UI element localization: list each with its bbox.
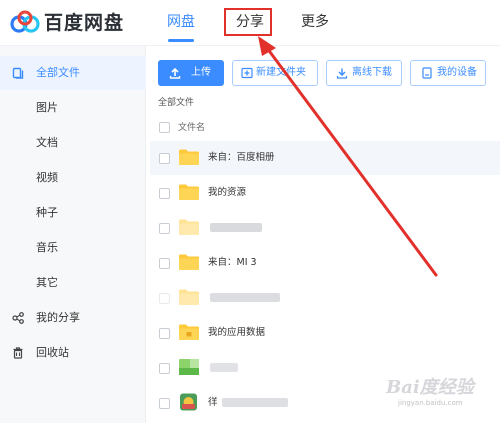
- sidebar-item-label: 音乐: [36, 241, 58, 254]
- brand-title[interactable]: 百度网盘: [44, 10, 124, 36]
- sidebar-item-recycle-bin[interactable]: 回收站: [0, 336, 146, 370]
- file-row[interactable]: 来自：MI 3: [150, 246, 500, 280]
- download-icon: [336, 68, 348, 79]
- folder-icon: [179, 184, 199, 200]
- sidebar-item-label: 文档: [36, 136, 58, 149]
- baidu-netdisk-logo-icon[interactable]: [10, 10, 40, 34]
- sidebar-item-label: 全部文件: [36, 66, 80, 79]
- active-tab-indicator: [168, 39, 194, 42]
- row-checkbox[interactable]: [159, 188, 170, 199]
- my-devices-button[interactable]: 我的设备: [410, 60, 486, 86]
- row-checkbox[interactable]: [159, 363, 170, 374]
- sidebar-item-label: 图片: [36, 101, 58, 114]
- file-name[interactable]: 我的应用数据: [208, 316, 265, 350]
- sidebar-item-all-files[interactable]: 全部文件: [0, 56, 146, 90]
- sidebar-item-videos[interactable]: 视频: [0, 161, 146, 195]
- nav-tab-netdisk[interactable]: 网盘: [166, 0, 196, 46]
- folder-icon: [179, 289, 199, 305]
- sidebar-item-other[interactable]: 其它: [0, 266, 146, 300]
- top-bar: 百度网盘 网盘 分享 更多: [0, 0, 500, 46]
- sidebar-item-my-shares[interactable]: 我的分享: [0, 301, 146, 335]
- new-folder-label: 新建文件夹: [256, 67, 306, 78]
- nav-tab-label: 网盘: [167, 14, 195, 30]
- file-row[interactable]: 我的资源: [150, 176, 500, 210]
- row-checkbox[interactable]: [159, 398, 170, 409]
- folder-icon: [179, 149, 199, 165]
- sidebar: 全部文件 图片 文档 视频 种子 音乐 其它 我的分享 回收站: [0, 46, 146, 423]
- watermark-text: Bai度经验: [386, 377, 474, 398]
- nav-tab-more[interactable]: 更多: [300, 0, 330, 46]
- redacted-filename: [210, 223, 262, 232]
- sidebar-item-label: 其它: [36, 276, 58, 289]
- file-list-header: 文件名: [158, 118, 500, 138]
- upload-icon: [169, 67, 181, 79]
- nav-tab-label: 更多: [301, 14, 329, 30]
- trash-icon: [13, 347, 23, 359]
- row-checkbox[interactable]: [159, 293, 170, 304]
- select-all-checkbox[interactable]: [159, 122, 170, 133]
- image-thumbnail-icon: [179, 359, 199, 375]
- sidebar-item-music[interactable]: 音乐: [0, 231, 146, 265]
- upload-label: 上传: [191, 67, 211, 78]
- folder-icon: [179, 219, 199, 235]
- upload-button[interactable]: 上传: [158, 60, 224, 86]
- redacted-filename: [210, 363, 238, 372]
- file-name[interactable]: 来自：百度相册: [208, 141, 275, 175]
- sidebar-item-label: 回收站: [36, 346, 69, 359]
- offline-download-label: 离线下载: [352, 67, 392, 78]
- row-checkbox[interactable]: [159, 223, 170, 234]
- redacted-filename: [222, 398, 288, 407]
- file-name[interactable]: 我的资源: [208, 176, 246, 210]
- sidebar-item-label: 视频: [36, 171, 58, 184]
- breadcrumb[interactable]: 全部文件: [158, 95, 194, 108]
- sidebar-item-torrents[interactable]: 种子: [0, 196, 146, 230]
- watermark-url: jingyan.baidu.com: [398, 399, 463, 407]
- folder-icon: [179, 254, 199, 270]
- new-folder-button[interactable]: 新建文件夹: [232, 60, 318, 86]
- file-row[interactable]: [150, 281, 500, 315]
- row-checkbox[interactable]: [159, 153, 170, 164]
- file-row[interactable]: 我的应用数据: [150, 316, 500, 350]
- new-folder-icon: [241, 67, 253, 79]
- row-checkbox[interactable]: [159, 258, 170, 269]
- annotation-highlight-box: [224, 8, 272, 36]
- my-devices-label: 我的设备: [437, 67, 477, 78]
- watermark: Bai度经验 jingyan.baidu.com: [378, 369, 498, 419]
- file-name[interactable]: 来自：MI 3: [208, 246, 257, 280]
- app-icon: [180, 393, 197, 411]
- files-icon: [12, 67, 24, 79]
- device-icon: [422, 67, 432, 79]
- file-name[interactable]: 徉: [208, 386, 218, 420]
- offline-download-button[interactable]: 离线下载: [326, 60, 402, 86]
- file-row[interactable]: [150, 211, 500, 245]
- share-icon: [12, 312, 24, 324]
- sidebar-item-documents[interactable]: 文档: [0, 126, 146, 160]
- column-header-filename[interactable]: 文件名: [178, 118, 205, 138]
- app-folder-icon: [179, 324, 199, 340]
- redacted-filename: [210, 293, 280, 302]
- sidebar-item-images[interactable]: 图片: [0, 91, 146, 125]
- file-row[interactable]: 来自：百度相册: [150, 141, 500, 175]
- sidebar-item-label: 我的分享: [36, 311, 80, 324]
- sidebar-item-label: 种子: [36, 206, 58, 219]
- row-checkbox[interactable]: [159, 328, 170, 339]
